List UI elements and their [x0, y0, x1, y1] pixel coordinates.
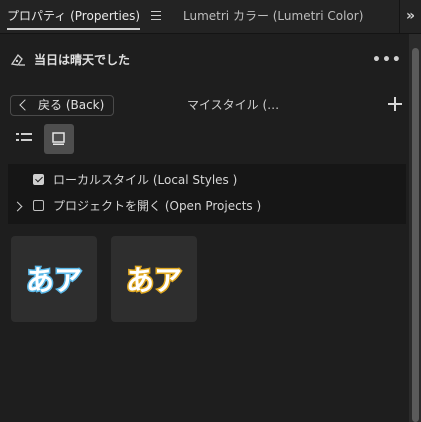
style-source-tree: ローカルスタイル (Local Styles ) プロジェクトを開く (Open…: [8, 164, 406, 224]
double-chevron-right-icon[interactable]: »: [399, 0, 421, 33]
panel-tab-bar: プロパティ (Properties) Lumetri カラー (Lumetri …: [0, 0, 421, 34]
text-style-icon: [10, 53, 25, 66]
style-group-title: マイスタイル (…: [187, 98, 280, 112]
style-thumbnail[interactable]: あア: [111, 236, 197, 322]
hamburger-menu-icon[interactable]: [151, 11, 161, 20]
scrollbar-thumb[interactable]: [412, 48, 419, 422]
chevron-right-icon[interactable]: [12, 201, 23, 212]
style-preview-text: あア: [26, 264, 82, 297]
style-preview: あア: [124, 263, 183, 299]
back-button-label: 戻る (Back): [38, 98, 105, 112]
tab-lumetri-color[interactable]: Lumetri カラー (Lumetri Color): [183, 0, 363, 33]
selection-header: 当日は晴天でした •••: [0, 48, 405, 72]
local-styles-checkbox[interactable]: [33, 174, 44, 185]
back-button[interactable]: 戻る (Back): [10, 95, 114, 116]
tree-item-open-projects[interactable]: プロジェクトを開く (Open Projects ): [8, 194, 406, 220]
list-view-icon[interactable]: [10, 125, 38, 152]
clip-title: 当日は晴天でした: [34, 53, 131, 67]
plus-icon[interactable]: [387, 96, 403, 112]
tree-item-label: プロジェクトを開く (Open Projects ): [53, 199, 262, 213]
open-projects-checkbox[interactable]: [33, 200, 44, 211]
style-preview: あア: [24, 263, 83, 299]
style-thumbnail[interactable]: あア: [11, 236, 97, 322]
chevron-left-icon: [19, 99, 31, 111]
tab-properties[interactable]: プロパティ (Properties): [7, 0, 141, 33]
grid-view-icon[interactable]: [44, 124, 74, 154]
more-horizontal-icon[interactable]: •••: [372, 48, 402, 72]
tree-item-label: ローカルスタイル (Local Styles ): [53, 173, 238, 187]
tree-item-local-styles[interactable]: ローカルスタイル (Local Styles ): [8, 168, 406, 194]
style-preview-text: あア: [126, 264, 182, 297]
vertical-scrollbar[interactable]: [409, 34, 421, 422]
